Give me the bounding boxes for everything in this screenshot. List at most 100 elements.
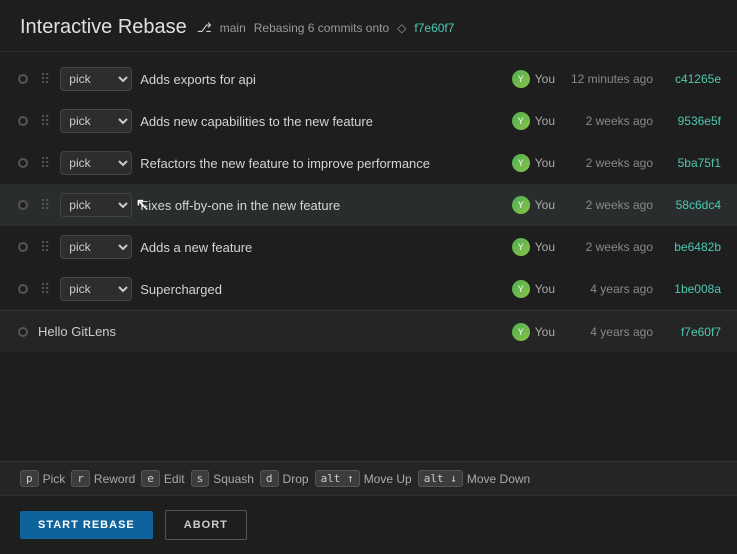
commit-row: ⠿ pickrewordeditsquashdrop Adds a new fe… bbox=[0, 226, 737, 268]
commit-row: ⠿ pickrewordeditsquashdrop ↖ Fixes off-b… bbox=[0, 184, 737, 226]
timeline-dot bbox=[18, 200, 28, 210]
avatar: Y bbox=[512, 238, 530, 256]
commit-author: Y You bbox=[512, 280, 555, 298]
label-pick: Pick bbox=[43, 472, 66, 486]
commit-row: ⠿ pickrewordeditsquashdrop Adds new capa… bbox=[0, 100, 737, 142]
commit-author: Y You bbox=[512, 196, 555, 214]
timeline-dot-col bbox=[16, 158, 30, 168]
target-hash: f7e60f7 bbox=[414, 21, 454, 35]
branch-name: main bbox=[220, 21, 246, 35]
key-r: r bbox=[71, 470, 90, 487]
shortcut-move-down: alt ↓ Move Down bbox=[418, 470, 530, 487]
label-move-down: Move Down bbox=[467, 472, 530, 486]
commit-sha[interactable]: 58c6dc4 bbox=[661, 198, 721, 212]
author-name: You bbox=[535, 156, 555, 170]
pick-wrapper: pickrewordeditsquashdrop bbox=[60, 67, 132, 91]
commit-time: 2 weeks ago bbox=[563, 114, 653, 128]
avatar: Y bbox=[512, 280, 530, 298]
commit-author: Y You bbox=[512, 112, 555, 130]
drag-handle[interactable]: ⠿ bbox=[38, 281, 52, 298]
pick-wrapper: pickrewordeditsquashdrop bbox=[60, 277, 132, 301]
drag-handle[interactable]: ⠿ bbox=[38, 197, 52, 214]
timeline-dot bbox=[18, 284, 28, 294]
action-select[interactable]: pickrewordeditsquashdrop bbox=[60, 277, 132, 301]
commit-message: Hello GitLens bbox=[38, 324, 504, 339]
label-move-up: Move Up bbox=[364, 472, 412, 486]
timeline-dot-col bbox=[16, 200, 30, 210]
shortcut-move-up: alt ↑ Move Up bbox=[315, 470, 412, 487]
key-p: p bbox=[20, 470, 39, 487]
commit-message: Adds new capabilities to the new feature bbox=[140, 114, 503, 129]
commit-sha[interactable]: 9536e5f bbox=[661, 114, 721, 128]
commit-row: ⠿ pickrewordeditsquashdrop Adds exports … bbox=[0, 58, 737, 100]
commit-message: Adds a new feature bbox=[140, 240, 503, 255]
pick-wrapper: pickrewordeditsquashdrop bbox=[60, 109, 132, 133]
action-bar: START REBASE ABORT bbox=[0, 495, 737, 554]
drag-handle[interactable]: ⠿ bbox=[38, 239, 52, 256]
timeline-dot-col bbox=[16, 327, 30, 337]
commit-sha[interactable]: c41265e bbox=[661, 72, 721, 86]
page-title: Interactive Rebase bbox=[20, 16, 187, 39]
action-select[interactable]: pickrewordeditsquashdrop bbox=[60, 235, 132, 259]
commit-message: Adds exports for api bbox=[140, 72, 503, 87]
avatar: Y bbox=[512, 70, 530, 88]
key-s: s bbox=[191, 470, 210, 487]
rebase-label: Rebasing 6 commits onto bbox=[254, 21, 389, 35]
author-name: You bbox=[535, 72, 555, 86]
commit-author: Y You bbox=[512, 70, 555, 88]
commit-message: Refactors the new feature to improve per… bbox=[140, 156, 503, 171]
key-alt-down: alt ↓ bbox=[418, 470, 463, 487]
avatar: Y bbox=[512, 112, 530, 130]
drag-handle[interactable]: ⠿ bbox=[38, 113, 52, 130]
commit-row: ⠿ pickrewordeditsquashdrop Supercharged … bbox=[0, 268, 737, 310]
action-select[interactable]: pickrewordeditsquashdrop bbox=[60, 151, 132, 175]
page: Interactive Rebase ⎇ main Rebasing 6 com… bbox=[0, 0, 737, 554]
pick-wrapper: pickrewordeditsquashdrop bbox=[60, 235, 132, 259]
author-name: You bbox=[535, 198, 555, 212]
pick-wrapper: pickrewordeditsquashdrop ↖ bbox=[60, 193, 132, 217]
commit-sha[interactable]: be6482b bbox=[661, 240, 721, 254]
label-edit: Edit bbox=[164, 472, 185, 486]
drag-handle[interactable]: ⠿ bbox=[38, 155, 52, 172]
shortcut-pick: p Pick bbox=[20, 470, 65, 487]
timeline-dot-col bbox=[16, 116, 30, 126]
diamond-icon: ◇ bbox=[397, 21, 406, 35]
abort-button[interactable]: ABORT bbox=[165, 510, 247, 540]
shortcut-reword: r Reword bbox=[71, 470, 135, 487]
branch-icon: ⎇ bbox=[197, 20, 212, 36]
commit-sha[interactable]: f7e60f7 bbox=[661, 325, 721, 339]
timeline-dot-col bbox=[16, 242, 30, 252]
commit-list: ⠿ pickrewordeditsquashdrop Adds exports … bbox=[0, 52, 737, 461]
commit-sha[interactable]: 5ba75f1 bbox=[661, 156, 721, 170]
author-name: You bbox=[535, 114, 555, 128]
key-alt-up: alt ↑ bbox=[315, 470, 360, 487]
commit-author: Y You bbox=[512, 323, 555, 341]
commit-time: 4 years ago bbox=[563, 282, 653, 296]
pick-wrapper: pickrewordeditsquashdrop bbox=[60, 151, 132, 175]
commit-time: 4 years ago bbox=[563, 325, 653, 339]
commit-time: 2 weeks ago bbox=[563, 156, 653, 170]
timeline-dot-col bbox=[16, 284, 30, 294]
label-drop: Drop bbox=[283, 472, 309, 486]
commit-row: ⠿ pickrewordeditsquashdrop Refactors the… bbox=[0, 142, 737, 184]
start-rebase-button[interactable]: START REBASE bbox=[20, 511, 153, 539]
action-select[interactable]: pickrewordeditsquashdrop bbox=[60, 67, 132, 91]
action-select[interactable]: pickrewordeditsquashdrop bbox=[60, 193, 132, 217]
action-select[interactable]: pickrewordeditsquashdrop bbox=[60, 109, 132, 133]
commit-sha[interactable]: 1be008a bbox=[661, 282, 721, 296]
commit-row: Hello GitLens Y You 4 years ago f7e60f7 bbox=[0, 310, 737, 352]
drag-handle[interactable]: ⠿ bbox=[38, 71, 52, 88]
label-squash: Squash bbox=[213, 472, 254, 486]
avatar: Y bbox=[512, 196, 530, 214]
timeline-dot-col bbox=[16, 74, 30, 84]
label-reword: Reword bbox=[94, 472, 135, 486]
avatar: Y bbox=[512, 154, 530, 172]
key-e: e bbox=[141, 470, 160, 487]
commit-time: 2 weeks ago bbox=[563, 240, 653, 254]
header-meta: ⎇ main Rebasing 6 commits onto ◇ f7e60f7 bbox=[197, 20, 455, 36]
author-name: You bbox=[535, 240, 555, 254]
timeline-dot bbox=[18, 116, 28, 126]
shortcut-bar: p Pick r Reword e Edit s Squash d Drop a… bbox=[0, 461, 737, 495]
commit-message: Supercharged bbox=[140, 282, 503, 297]
timeline-dot bbox=[18, 327, 28, 337]
